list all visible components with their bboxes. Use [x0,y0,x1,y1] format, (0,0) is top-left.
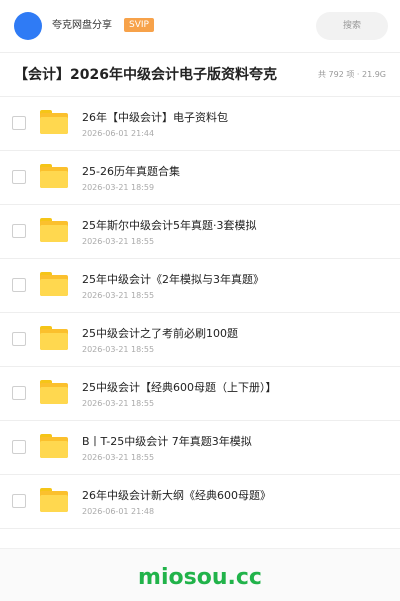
share-title-row: 【会计】2026年中级会计电子版资料夸克 共 792 项 · 21.9G [0,52,400,97]
file-name[interactable]: 25-26历年真题合集 [82,165,180,179]
folder-icon [40,326,68,350]
svip-badge: SVIP [124,18,154,32]
avatar[interactable] [14,12,42,40]
folder-icon [40,434,68,458]
row-checkbox[interactable] [12,170,26,184]
file-name[interactable]: B丨T-25中级会计 7年真题3年模拟 [82,435,252,449]
file-date: 2026-03-21 18:55 [82,291,155,300]
app-name: 夸克网盘分享 [52,20,112,31]
file-date: 2026-03-21 18:55 [82,453,155,462]
file-date: 2026-06-01 21:48 [82,507,155,516]
file-name[interactable]: 25年中级会计《2年模拟与3年真题》 [82,273,264,287]
file-date: 2026-03-21 18:55 [82,345,155,354]
row-checkbox[interactable] [12,116,26,130]
file-name[interactable]: 26年中级会计新大纲《经典600母题》 [82,489,271,503]
file-date: 2026-06-01 21:44 [82,129,155,138]
folder-icon [40,218,68,242]
file-row[interactable]: B丨T-25中级会计 7年真题3年模拟 2026-03-21 18:55 [0,421,400,475]
site-watermark: miosou.cc [138,565,262,590]
file-name[interactable]: 25年斯尔中级会计5年真题·3套模拟 [82,219,257,233]
file-row[interactable]: 26年【中级会计】电子资料包 2026-06-01 21:44 [0,97,400,151]
page-title: 【会计】2026年中级会计电子版资料夸克 [14,67,277,83]
file-date: 2026-03-21 18:55 [82,237,155,246]
file-row[interactable]: 25中级会计之了考前必刷100题 2026-03-21 18:55 [0,313,400,367]
top-bar: 夸克网盘分享 SVIP 搜索 [0,0,400,53]
file-date: 2026-03-21 18:55 [82,399,155,408]
file-row[interactable]: 25中级会计【经典600母题（上下册）】 2026-03-21 18:55 [0,367,400,421]
folder-icon [40,488,68,512]
row-checkbox[interactable] [12,332,26,346]
search-button[interactable]: 搜索 [316,12,388,40]
folder-icon [40,164,68,188]
file-row[interactable]: 25年斯尔中级会计5年真题·3套模拟 2026-03-21 18:55 [0,205,400,259]
file-list: 26年【中级会计】电子资料包 2026-06-01 21:44 25-26历年真… [0,97,400,529]
file-row[interactable]: 25年中级会计《2年模拟与3年真题》 2026-03-21 18:55 [0,259,400,313]
folder-icon [40,380,68,404]
file-row[interactable]: 25-26历年真题合集 2026-03-21 18:59 [0,151,400,205]
file-date: 2026-03-21 18:59 [82,183,155,192]
row-checkbox[interactable] [12,386,26,400]
file-name[interactable]: 25中级会计【经典600母题（上下册）】 [82,381,277,395]
file-name[interactable]: 26年【中级会计】电子资料包 [82,111,228,125]
file-row[interactable]: 26年中级会计新大纲《经典600母题》 2026-06-01 21:48 [0,475,400,529]
folder-icon [40,272,68,296]
row-checkbox[interactable] [12,224,26,238]
item-count-summary: 共 792 项 · 21.9G [318,70,386,79]
folder-icon [40,110,68,134]
row-checkbox[interactable] [12,278,26,292]
row-checkbox[interactable] [12,440,26,454]
row-checkbox[interactable] [12,494,26,508]
file-name[interactable]: 25中级会计之了考前必刷100题 [82,327,238,341]
